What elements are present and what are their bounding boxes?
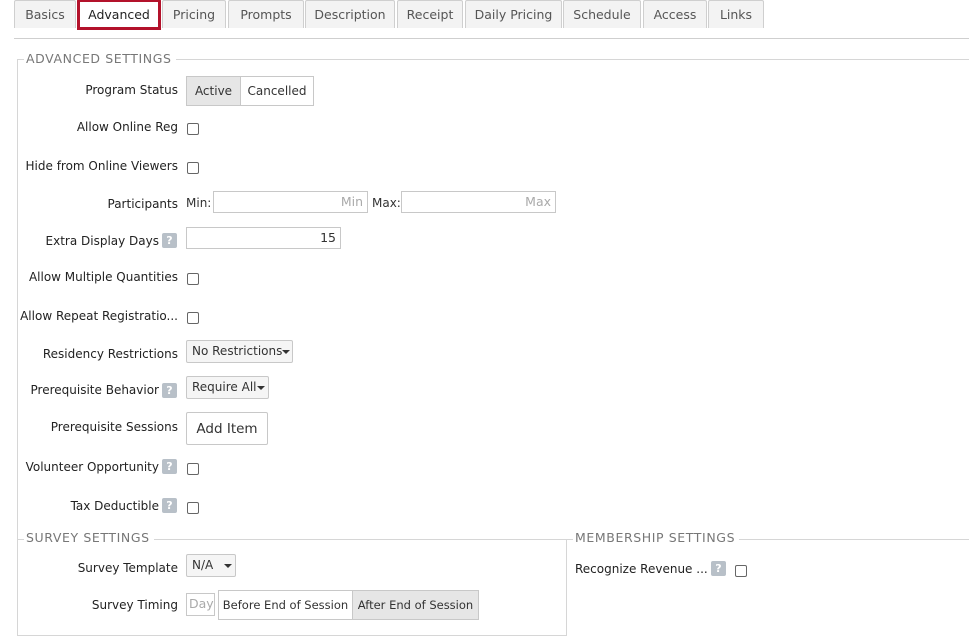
- extra-display-days-input[interactable]: 15: [186, 227, 341, 249]
- prerequisite-behavior-dropdown[interactable]: Require All: [186, 376, 269, 399]
- residency-restrictions-label: Residency Restrictions: [42, 347, 178, 361]
- tab-basics[interactable]: Basics: [14, 0, 76, 28]
- tab-description[interactable]: Description: [305, 0, 395, 28]
- tab-advanced[interactable]: Advanced: [77, 0, 161, 30]
- participants-max-input[interactable]: Max: [401, 191, 556, 213]
- membership-settings-legend: MEMBERSHIP SETTINGS: [573, 530, 740, 545]
- volunteer-opportunity-help-icon[interactable]: ?: [162, 459, 177, 474]
- add-item-button[interactable]: Add Item: [186, 412, 268, 445]
- after-end-of-session-button[interactable]: After End of Session: [352, 590, 479, 620]
- tab-schedule[interactable]: Schedule: [563, 0, 641, 28]
- survey-template-value: N/A: [192, 558, 214, 572]
- survey-timing-label: Survey Timing: [91, 598, 178, 612]
- program-status-label: Program Status: [85, 83, 178, 97]
- prerequisite-behavior-label: Prerequisite Behavior: [30, 383, 159, 397]
- allow-repeat-registration-label: Allow Repeat Registratio...: [20, 309, 178, 323]
- before-end-of-session-button[interactable]: Before End of Session: [218, 590, 353, 620]
- extra-display-days-help-icon[interactable]: ?: [162, 233, 177, 248]
- residency-restrictions-value: No Restrictions: [192, 344, 283, 358]
- recognize-revenue-checkbox[interactable]: [735, 565, 747, 577]
- hide-from-online-viewers-checkbox[interactable]: [187, 162, 199, 174]
- advanced-settings-left-border: [17, 59, 18, 540]
- tab-bar-underline: [14, 38, 969, 39]
- allow-repeat-registration-checkbox[interactable]: [187, 312, 199, 324]
- tax-deductible-help-icon[interactable]: ?: [162, 498, 177, 513]
- survey-settings-bottom-border: [17, 635, 566, 636]
- volunteer-opportunity-checkbox[interactable]: [187, 463, 199, 475]
- tab-prompts[interactable]: Prompts: [228, 0, 304, 28]
- status-cancelled-button[interactable]: Cancelled: [240, 76, 314, 106]
- participants-min-label: Min:: [186, 196, 212, 210]
- survey-template-label: Survey Template: [77, 561, 178, 575]
- prerequisite-sessions-label: Prerequisite Sessions: [50, 420, 178, 434]
- recognize-revenue-help-icon[interactable]: ?: [711, 561, 726, 576]
- advanced-settings-legend: ADVANCED SETTINGS: [24, 51, 176, 66]
- extra-display-days-label: Extra Display Days: [45, 234, 159, 248]
- allow-multiple-quantities-label: Allow Multiple Quantities: [28, 270, 178, 284]
- volunteer-opportunity-label: Volunteer Opportunity: [25, 460, 159, 474]
- tab-pricing[interactable]: Pricing: [162, 0, 226, 28]
- status-active-button[interactable]: Active: [186, 76, 241, 106]
- chevron-down-icon: [224, 564, 232, 568]
- residency-restrictions-dropdown[interactable]: No Restrictions: [186, 340, 293, 363]
- prerequisite-behavior-help-icon[interactable]: ?: [162, 383, 177, 398]
- allow-multiple-quantities-checkbox[interactable]: [187, 273, 199, 285]
- hide-from-online-viewers-label: Hide from Online Viewers: [25, 159, 178, 173]
- participants-min-input[interactable]: Min: [213, 191, 368, 213]
- tax-deductible-label: Tax Deductible: [70, 499, 159, 513]
- survey-settings-left-border: [17, 539, 18, 636]
- tab-access[interactable]: Access: [643, 0, 707, 28]
- allow-online-reg-label: Allow Online Reg: [76, 120, 178, 134]
- chevron-down-icon: [282, 350, 290, 354]
- tax-deductible-checkbox[interactable]: [187, 502, 199, 514]
- allow-online-reg-checkbox[interactable]: [187, 123, 199, 135]
- prerequisite-behavior-value: Require All: [192, 380, 257, 394]
- tab-links[interactable]: Links: [708, 0, 764, 28]
- participants-max-label: Max:: [372, 196, 401, 210]
- tab-daily-pricing[interactable]: Daily Pricing: [465, 0, 562, 28]
- survey-template-dropdown[interactable]: N/A: [186, 554, 236, 577]
- survey-membership-separator: [566, 539, 567, 636]
- recognize-revenue-label: Recognize Revenue ...: [575, 562, 708, 576]
- tab-receipt[interactable]: Receipt: [397, 0, 463, 28]
- chevron-down-icon: [257, 386, 265, 390]
- participants-label: Participants: [107, 197, 179, 211]
- survey-settings-legend: SURVEY SETTINGS: [24, 530, 154, 545]
- survey-timing-day-input[interactable]: Day: [186, 593, 215, 616]
